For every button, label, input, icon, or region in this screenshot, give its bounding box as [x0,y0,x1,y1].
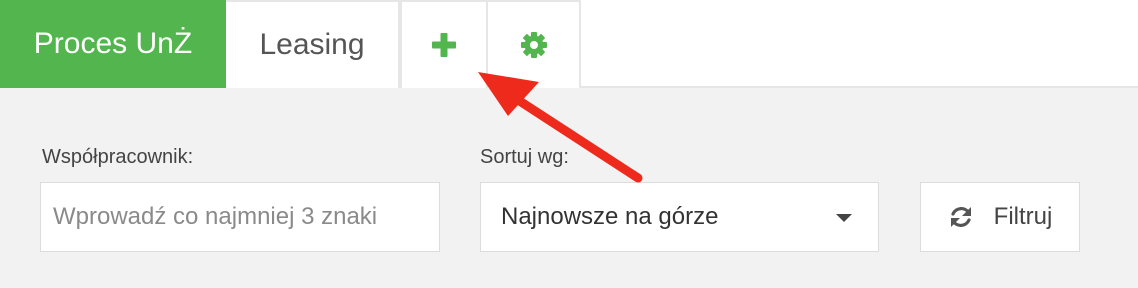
sort-label: Sortuj wg: [480,146,569,168]
plus-icon [432,33,456,57]
filter-button[interactable]: Filtruj [920,182,1080,252]
tab-leasing[interactable]: Leasing [226,0,400,88]
sort-select-value: Najnowsze na górze [501,203,719,230]
filter-button-label: Filtruj [993,203,1053,230]
chevron-down-icon [836,214,852,222]
refresh-icon [950,207,971,227]
add-tab-button[interactable] [400,0,488,88]
tab-proces-unz-label: Proces UnŻ [33,27,193,60]
gear-icon [520,32,547,58]
sort-select[interactable]: Najnowsze na górze [480,182,879,252]
tab-proces-unz[interactable]: Proces UnŻ [0,0,226,88]
settings-tab-button[interactable] [488,0,581,88]
coworker-input[interactable] [40,182,440,252]
tab-bar: Proces UnŻ Leasing [0,0,1138,88]
coworker-label: Współpracownik: [42,146,194,168]
tab-leasing-label: Leasing [259,28,365,61]
